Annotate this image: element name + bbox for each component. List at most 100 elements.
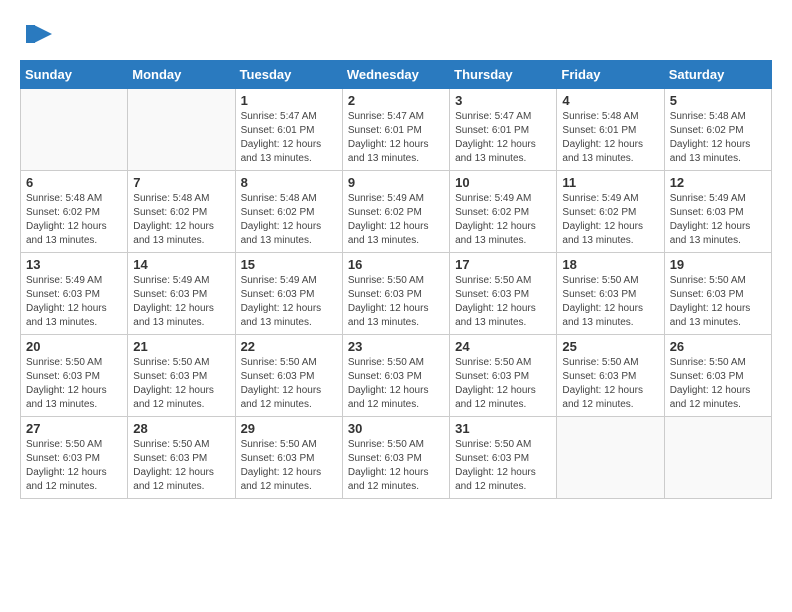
- calendar-day-cell: 11 Sunrise: 5:49 AM Sunset: 6:02 PM Dayli…: [557, 171, 664, 253]
- calendar-day-cell: 10Sunrise: 5:49 AM Sunset: 6:02 PM Dayli…: [450, 171, 557, 253]
- calendar-day-cell: 20 Sunrise: 5:50 AM Sunset: 6:03 PM Dayli…: [21, 335, 128, 417]
- calendar-day-cell: 5 Sunrise: 5:48 AM Sunset: 6:02 PM Daylig…: [664, 89, 771, 171]
- day-number: 7: [133, 175, 229, 190]
- calendar-day-cell: 27 Sunrise: 5:50 AM Sunset: 6:03 PM Dayli…: [21, 417, 128, 499]
- day-number: 25: [562, 339, 658, 354]
- calendar-day-cell: 25 Sunrise: 5:50 AM Sunset: 6:03 PM Dayli…: [557, 335, 664, 417]
- day-info: Sunrise: 5:50 AM Sunset: 6:03 PM Dayligh…: [133, 438, 229, 494]
- day-number: 1: [241, 93, 337, 108]
- day-number: 4: [562, 93, 658, 108]
- day-info: Sunrise: 5:50 AM Sunset: 6:03 PM Dayligh…: [455, 274, 551, 330]
- day-number: 2: [348, 93, 444, 108]
- day-info: Sunrise: 5:50 AM Sunset: 6:03 PM Dayligh…: [670, 274, 766, 330]
- day-number: 13: [26, 257, 122, 272]
- day-number: 22: [241, 339, 337, 354]
- calendar-day-cell: 21 Sunrise: 5:50 AM Sunset: 6:03 PM Dayli…: [128, 335, 235, 417]
- day-number: 31: [455, 421, 551, 436]
- day-info: Sunrise: 5:49 AM Sunset: 6:03 PM Dayligh…: [26, 274, 122, 330]
- day-number: 21: [133, 339, 229, 354]
- weekday-header: Saturday: [664, 61, 771, 89]
- day-number: 27: [26, 421, 122, 436]
- day-number: 8: [241, 175, 337, 190]
- calendar-day-cell: 9 Sunrise: 5:49 AM Sunset: 6:02 PM Daylig…: [342, 171, 449, 253]
- calendar-day-cell: 31Sunrise: 5:50 AM Sunset: 6:03 PM Dayli…: [450, 417, 557, 499]
- day-number: 28: [133, 421, 229, 436]
- calendar-day-cell: 22 Sunrise: 5:50 AM Sunset: 6:03 PM Dayli…: [235, 335, 342, 417]
- day-info: Sunrise: 5:48 AM Sunset: 6:01 PM Dayligh…: [562, 110, 658, 166]
- day-number: 20: [26, 339, 122, 354]
- day-info: Sunrise: 5:50 AM Sunset: 6:03 PM Dayligh…: [26, 438, 122, 494]
- calendar-week-row: 1 Sunrise: 5:47 AM Sunset: 6:01 PM Daylig…: [21, 89, 772, 171]
- calendar-day-cell: 12 Sunrise: 5:49 AM Sunset: 6:03 PM Dayli…: [664, 171, 771, 253]
- day-number: 12: [670, 175, 766, 190]
- calendar-day-cell: 16 Sunrise: 5:50 AM Sunset: 6:03 PM Dayli…: [342, 253, 449, 335]
- weekday-header: Wednesday: [342, 61, 449, 89]
- day-info: Sunrise: 5:49 AM Sunset: 6:03 PM Dayligh…: [670, 192, 766, 248]
- day-number: 3: [455, 93, 551, 108]
- weekday-header: Monday: [128, 61, 235, 89]
- calendar-day-cell: 17 Sunrise: 5:50 AM Sunset: 6:03 PM Dayli…: [450, 253, 557, 335]
- calendar-week-row: 13 Sunrise: 5:49 AM Sunset: 6:03 PM Dayli…: [21, 253, 772, 335]
- calendar-day-cell: 7 Sunrise: 5:48 AM Sunset: 6:02 PM Daylig…: [128, 171, 235, 253]
- calendar-day-cell: 28 Sunrise: 5:50 AM Sunset: 6:03 PM Dayli…: [128, 417, 235, 499]
- calendar-day-cell: 3Sunrise: 5:47 AM Sunset: 6:01 PM Daylig…: [450, 89, 557, 171]
- calendar-day-cell: 13 Sunrise: 5:49 AM Sunset: 6:03 PM Dayli…: [21, 253, 128, 335]
- calendar-day-cell: 6Sunrise: 5:48 AM Sunset: 6:02 PM Daylig…: [21, 171, 128, 253]
- day-info: Sunrise: 5:50 AM Sunset: 6:03 PM Dayligh…: [455, 356, 551, 412]
- calendar-day-cell: 14Sunrise: 5:49 AM Sunset: 6:03 PM Dayli…: [128, 253, 235, 335]
- day-info: Sunrise: 5:49 AM Sunset: 6:02 PM Dayligh…: [562, 192, 658, 248]
- day-info: Sunrise: 5:50 AM Sunset: 6:03 PM Dayligh…: [241, 356, 337, 412]
- calendar-day-cell: 29 Sunrise: 5:50 AM Sunset: 6:03 PM Dayli…: [235, 417, 342, 499]
- weekday-header: Thursday: [450, 61, 557, 89]
- day-number: 17: [455, 257, 551, 272]
- calendar-day-cell: 24 Sunrise: 5:50 AM Sunset: 6:03 PM Dayli…: [450, 335, 557, 417]
- calendar-day-cell: 26Sunrise: 5:50 AM Sunset: 6:03 PM Dayli…: [664, 335, 771, 417]
- calendar-day-cell: 1 Sunrise: 5:47 AM Sunset: 6:01 PM Daylig…: [235, 89, 342, 171]
- day-number: 9: [348, 175, 444, 190]
- day-info: Sunrise: 5:49 AM Sunset: 6:02 PM Dayligh…: [455, 192, 551, 248]
- day-number: 26: [670, 339, 766, 354]
- day-number: 6: [26, 175, 122, 190]
- day-number: 29: [241, 421, 337, 436]
- day-number: 30: [348, 421, 444, 436]
- calendar-day-cell: 30Sunrise: 5:50 AM Sunset: 6:03 PM Dayli…: [342, 417, 449, 499]
- calendar-week-row: 20 Sunrise: 5:50 AM Sunset: 6:03 PM Dayli…: [21, 335, 772, 417]
- calendar-day-cell: 15Sunrise: 5:49 AM Sunset: 6:03 PM Dayli…: [235, 253, 342, 335]
- day-info: Sunrise: 5:49 AM Sunset: 6:02 PM Dayligh…: [348, 192, 444, 248]
- day-number: 11: [562, 175, 658, 190]
- logo: [20, 20, 54, 50]
- day-info: Sunrise: 5:50 AM Sunset: 6:03 PM Dayligh…: [348, 274, 444, 330]
- day-number: 14: [133, 257, 229, 272]
- day-info: Sunrise: 5:47 AM Sunset: 6:01 PM Dayligh…: [241, 110, 337, 166]
- day-number: 5: [670, 93, 766, 108]
- day-info: Sunrise: 5:50 AM Sunset: 6:03 PM Dayligh…: [133, 356, 229, 412]
- calendar-body: 1 Sunrise: 5:47 AM Sunset: 6:01 PM Daylig…: [21, 89, 772, 499]
- logo-icon: [24, 20, 54, 50]
- day-number: 23: [348, 339, 444, 354]
- day-info: Sunrise: 5:50 AM Sunset: 6:03 PM Dayligh…: [348, 356, 444, 412]
- calendar-day-cell: [664, 417, 771, 499]
- calendar-day-cell: 23 Sunrise: 5:50 AM Sunset: 6:03 PM Dayli…: [342, 335, 449, 417]
- day-number: 18: [562, 257, 658, 272]
- calendar-header: SundayMondayTuesdayWednesdayThursdayFrid…: [21, 61, 772, 89]
- day-info: Sunrise: 5:50 AM Sunset: 6:03 PM Dayligh…: [26, 356, 122, 412]
- day-number: 19: [670, 257, 766, 272]
- calendar-day-cell: 19 Sunrise: 5:50 AM Sunset: 6:03 PM Dayli…: [664, 253, 771, 335]
- calendar-day-cell: 18Sunrise: 5:50 AM Sunset: 6:03 PM Dayli…: [557, 253, 664, 335]
- day-info: Sunrise: 5:48 AM Sunset: 6:02 PM Dayligh…: [670, 110, 766, 166]
- page-header: [20, 20, 772, 50]
- day-info: Sunrise: 5:47 AM Sunset: 6:01 PM Dayligh…: [348, 110, 444, 166]
- day-info: Sunrise: 5:50 AM Sunset: 6:03 PM Dayligh…: [241, 438, 337, 494]
- day-info: Sunrise: 5:50 AM Sunset: 6:03 PM Dayligh…: [562, 356, 658, 412]
- calendar-day-cell: 8 Sunrise: 5:48 AM Sunset: 6:02 PM Daylig…: [235, 171, 342, 253]
- day-info: Sunrise: 5:48 AM Sunset: 6:02 PM Dayligh…: [133, 192, 229, 248]
- day-number: 24: [455, 339, 551, 354]
- day-number: 16: [348, 257, 444, 272]
- weekday-header: Friday: [557, 61, 664, 89]
- day-number: 15: [241, 257, 337, 272]
- calendar-week-row: 27 Sunrise: 5:50 AM Sunset: 6:03 PM Dayli…: [21, 417, 772, 499]
- calendar-day-cell: 4 Sunrise: 5:48 AM Sunset: 6:01 PM Daylig…: [557, 89, 664, 171]
- calendar-day-cell: [21, 89, 128, 171]
- weekday-row: SundayMondayTuesdayWednesdayThursdayFrid…: [21, 61, 772, 89]
- day-info: Sunrise: 5:48 AM Sunset: 6:02 PM Dayligh…: [241, 192, 337, 248]
